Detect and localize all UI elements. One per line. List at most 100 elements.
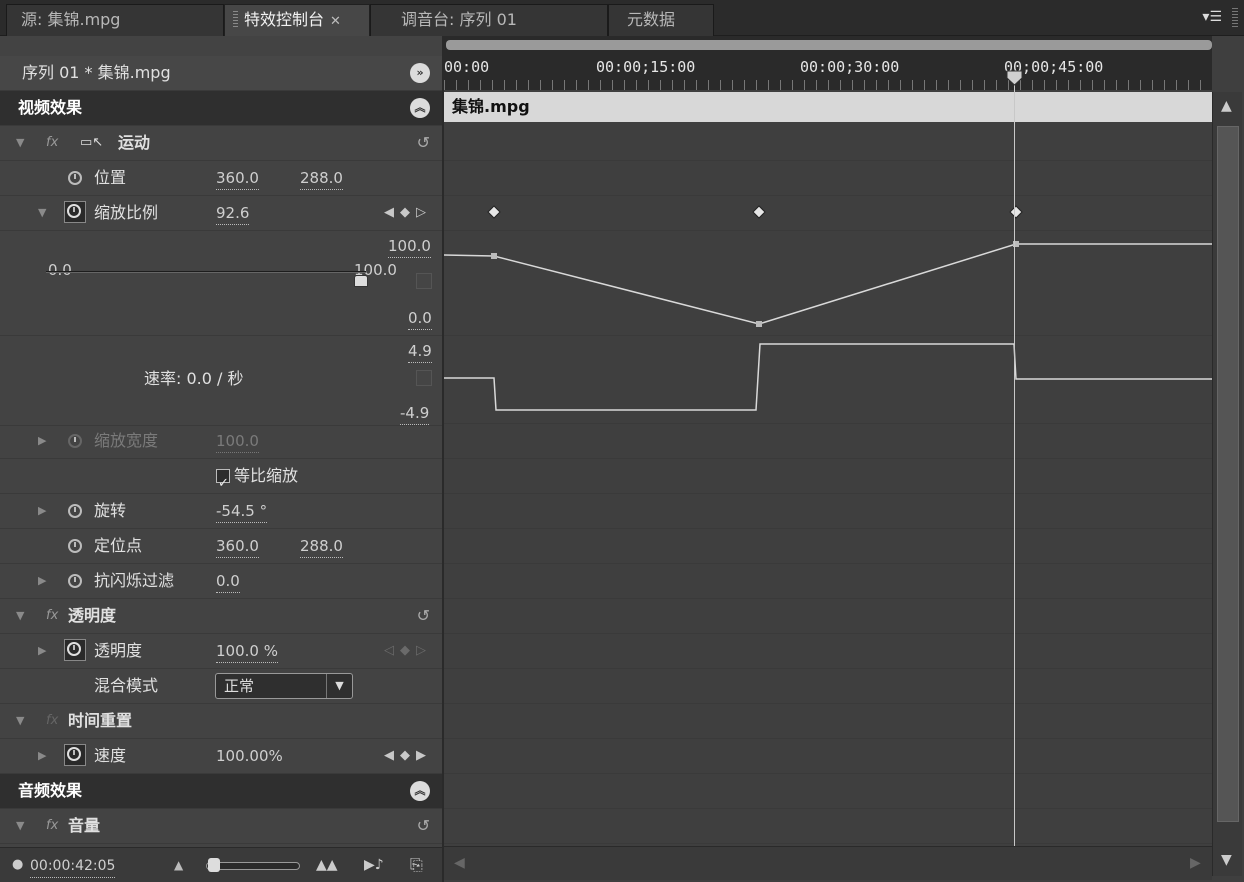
graph-point[interactable] [756, 321, 762, 327]
timeline-row [444, 634, 1212, 669]
stopwatch-toggle-box[interactable] [64, 744, 86, 766]
fx-toggle-icon[interactable]: fx [46, 126, 58, 160]
stopwatch-icon[interactable] [67, 747, 81, 761]
scale-value-curve[interactable] [444, 243, 1212, 325]
anchor-x-value[interactable]: 360.0 [216, 534, 259, 558]
anchor-y-value[interactable]: 288.0 [300, 534, 343, 558]
fx-toggle-icon[interactable]: fx [46, 809, 58, 843]
rotation-value[interactable]: -54.5 ° [216, 499, 268, 523]
panel-grip-icon[interactable] [1232, 8, 1238, 28]
reset-icon[interactable]: ↺ [417, 599, 430, 633]
stopwatch-icon[interactable] [67, 204, 81, 218]
audio-effects-header[interactable]: 音频效果 ︽ [0, 774, 442, 809]
stopwatch-icon[interactable] [68, 539, 82, 553]
collapse-icon[interactable]: ︽ [410, 781, 430, 801]
vertical-scrollbar[interactable]: ▲ ▼ [1212, 92, 1242, 876]
stopwatch-toggle-box[interactable] [64, 201, 86, 223]
checkbox-icon[interactable] [216, 467, 230, 501]
graph-point[interactable] [491, 253, 497, 259]
zoom-slider[interactable] [206, 862, 300, 870]
expand-triangle-icon[interactable]: ▶ [38, 564, 46, 598]
scale-slider[interactable] [46, 267, 368, 287]
expand-triangle-icon[interactable]: ▶ [38, 424, 46, 458]
timeline-zoom-bar[interactable] [446, 40, 1212, 50]
expand-triangle-icon[interactable]: ▼ [16, 599, 24, 633]
motion-transform-icon[interactable]: ▭↖ [80, 126, 103, 160]
keyframe-navigator[interactable]: ◀◆▷ [384, 196, 432, 230]
scroll-thumb[interactable] [1217, 126, 1239, 822]
opacity-row: ▶ 透明度 100.0 % ◁◆▷ [0, 634, 442, 669]
collapse-icon[interactable]: ︽ [410, 98, 430, 118]
graph-toggle-box[interactable] [416, 273, 432, 289]
scroll-right-icon[interactable]: ▶ [1190, 855, 1201, 871]
loop-audio-icon[interactable]: ⎘ [410, 848, 423, 882]
playhead-marker-icon[interactable] [1006, 70, 1023, 86]
effect-properties-panel: 序列 01 * 集锦.mpg » 视频效果 ︽ ▼ fx ▭↖ 运动 ↺ 位置 … [0, 36, 442, 882]
video-effects-header[interactable]: 视频效果 ︽ [0, 91, 442, 126]
scroll-up-icon[interactable]: ▲ [1221, 98, 1232, 114]
stopwatch-icon[interactable] [68, 504, 82, 518]
tab-metadata[interactable]: 元数据 [608, 4, 714, 36]
time-ruler[interactable]: 00:00 00:00;15:00 00:00;30:00 00;00;45:0… [444, 36, 1212, 90]
tab-grip-icon[interactable] [233, 11, 238, 27]
expand-triangle-icon[interactable]: ▶ [38, 739, 46, 773]
expand-triangle-icon[interactable]: ▶ [38, 634, 46, 668]
position-y-value[interactable]: 288.0 [300, 166, 343, 190]
scroll-left-icon[interactable]: ◀ [454, 855, 465, 871]
chevron-down-icon[interactable]: ▼ [326, 674, 352, 698]
keyframe-diamond-icon[interactable] [752, 205, 766, 219]
close-icon[interactable]: ✕ [330, 14, 341, 29]
reset-icon[interactable]: ↺ [417, 126, 430, 160]
keyframe-navigator[interactable]: ◁◆▷ [384, 634, 432, 668]
opacity-value[interactable]: 100.0 % [216, 639, 278, 663]
zoom-slider-thumb[interactable] [208, 858, 220, 872]
opacity-effect-label: 透明度 [68, 606, 117, 625]
scale-value[interactable]: 92.6 [216, 201, 250, 225]
ruler-ticks [444, 80, 1212, 90]
tab-source[interactable]: 源: 集锦.mpg [6, 4, 224, 36]
scale-width-value[interactable]: 100.0 [216, 429, 259, 453]
graph-toggle-box[interactable] [416, 370, 432, 386]
zoom-out-icon[interactable]: ▲ [174, 848, 183, 882]
blend-mode-dropdown[interactable]: 正常 ▼ [215, 673, 353, 699]
scroll-down-icon[interactable]: ▼ [1221, 852, 1232, 868]
tab-audio-mixer[interactable]: 调音台: 序列 01 [370, 4, 608, 36]
scale-keyframes[interactable] [487, 205, 1023, 219]
fx-toggle-icon[interactable]: fx [46, 599, 58, 633]
clip-bar[interactable]: 集锦.mpg [444, 92, 1212, 122]
expand-triangle-icon[interactable]: ▶ [38, 494, 46, 528]
play-audio-icon[interactable]: ▶♪ [364, 848, 384, 882]
reset-icon[interactable]: ↺ [417, 809, 430, 843]
speed-value[interactable]: 100.00% [216, 739, 283, 773]
keyframe-navigator[interactable]: ◀◆▶ [384, 739, 432, 773]
uniform-scale-checkbox[interactable]: 等比缩放 [216, 459, 298, 501]
position-x-value[interactable]: 360.0 [216, 166, 259, 190]
show-hide-timeline-button[interactable]: » [410, 63, 430, 83]
keyframe-diamond-icon[interactable] [487, 205, 501, 219]
panel-menu-icon[interactable]: ▾☰ [1202, 9, 1222, 25]
fx-toggle-icon: fx [46, 713, 59, 728]
expand-triangle-icon[interactable]: ▼ [16, 704, 24, 738]
rotation-label: 旋转 [94, 501, 127, 520]
scale-slider-track[interactable] [46, 271, 366, 273]
stopwatch-icon[interactable] [68, 171, 82, 185]
horizontal-scrollbar[interactable]: ◀ ▶ [444, 846, 1212, 880]
keyframe-diamond-icon[interactable] [1009, 205, 1023, 219]
zoom-in-icon[interactable]: ▲▲ [316, 848, 338, 882]
stopwatch-icon[interactable] [68, 434, 82, 448]
scale-slider-thumb[interactable] [353, 275, 368, 287]
expand-triangle-icon[interactable]: ▼ [38, 196, 46, 230]
speed-row: ▶ 速度 100.00% ◀◆▶ [0, 739, 442, 774]
antiflicker-value[interactable]: 0.0 [216, 569, 240, 593]
playhead-line[interactable] [1014, 76, 1015, 878]
stopwatch-icon[interactable] [67, 642, 81, 656]
velocity-curve[interactable] [444, 343, 1212, 411]
stopwatch-toggle-box[interactable] [64, 639, 86, 661]
keyframe-graph[interactable] [444, 196, 1212, 426]
stopwatch-icon[interactable] [68, 574, 82, 588]
current-timecode[interactable]: 00:00:42:05 [30, 854, 116, 878]
timeline-row [444, 126, 1212, 161]
tab-effect-controls[interactable]: 特效控制台 ✕ [224, 4, 370, 36]
expand-triangle-icon[interactable]: ▼ [16, 126, 24, 160]
expand-triangle-icon[interactable]: ▼ [16, 809, 24, 843]
